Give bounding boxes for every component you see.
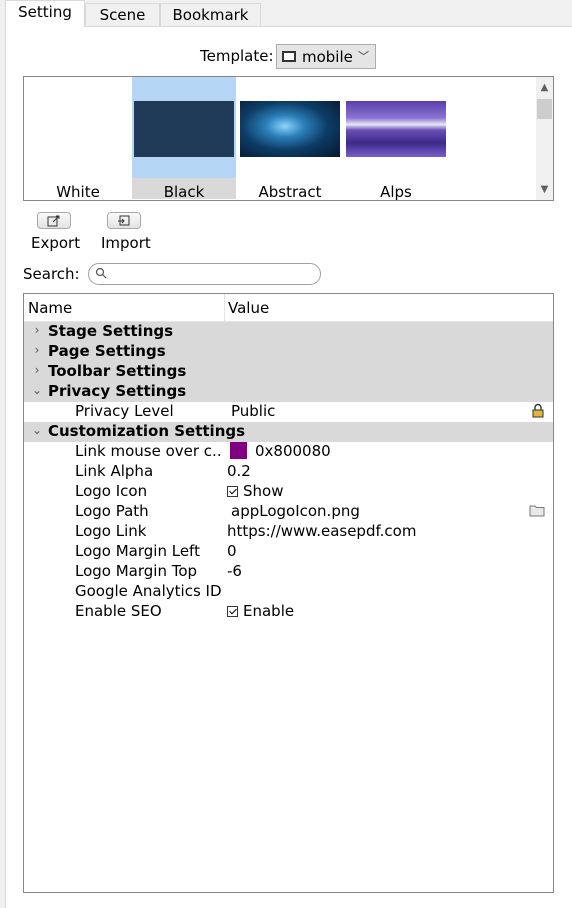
import-label[interactable]: Import xyxy=(101,234,151,252)
property-value[interactable]: appLogoIcon.png xyxy=(231,502,360,520)
search-input[interactable] xyxy=(113,266,317,284)
category-label: Customization Settings xyxy=(48,422,246,440)
scroll-down-icon[interactable]: ▼ xyxy=(536,181,553,198)
chevron-right-icon[interactable]: › xyxy=(31,363,43,377)
property-value[interactable]: Show xyxy=(227,482,283,500)
export-label[interactable]: Export xyxy=(31,234,80,252)
category-label: Page Settings xyxy=(48,342,166,360)
category-row-stage[interactable]: › Stage Settings xyxy=(24,322,553,342)
thumbnail-white xyxy=(28,101,128,157)
property-name: Enable SEO xyxy=(75,602,162,620)
gallery-item-black[interactable]: Black xyxy=(132,77,236,201)
gallery-item-alps[interactable]: Alps xyxy=(344,77,448,201)
folder-icon[interactable] xyxy=(529,503,545,521)
category-label: Stage Settings xyxy=(48,322,174,340)
chevron-down-icon[interactable]: ⌄ xyxy=(31,383,43,397)
property-value[interactable]: Enable xyxy=(227,602,294,620)
column-header-name[interactable]: Name xyxy=(28,299,72,317)
gallery-item-abstract[interactable]: Abstract xyxy=(238,77,342,201)
property-grid: Name Value › Stage Settings › Page Setti… xyxy=(23,293,554,893)
grid-header: Name Value xyxy=(24,294,553,322)
property-name: Link mouse over c... xyxy=(75,442,221,460)
thumbnail-black xyxy=(134,101,234,157)
gallery-scrollbar[interactable]: ▲ ▼ xyxy=(536,77,553,200)
gallery-item-white[interactable]: White xyxy=(26,77,130,201)
import-icon xyxy=(118,215,130,225)
column-header-value[interactable]: Value xyxy=(228,299,269,317)
export-icon xyxy=(47,215,60,226)
search-label: Search: xyxy=(23,265,80,283)
property-row-enable-seo[interactable]: Enable SEO Enable xyxy=(24,602,553,622)
chevron-right-icon[interactable]: › xyxy=(31,323,43,337)
category-row-page[interactable]: › Page Settings xyxy=(24,342,553,362)
property-name: Link Alpha xyxy=(75,462,154,480)
property-value[interactable]: 0 xyxy=(227,542,237,560)
property-value[interactable]: https://www.easepdf.com xyxy=(227,522,416,540)
gallery-caption: White xyxy=(56,183,100,201)
property-name: Privacy Level xyxy=(75,402,174,420)
property-row-google-analytics[interactable]: Google Analytics ID xyxy=(24,582,553,602)
tab-scene[interactable]: Scene xyxy=(85,3,160,26)
property-name: Logo Link xyxy=(75,522,147,540)
category-label: Privacy Settings xyxy=(48,382,187,400)
property-row-privacy-level[interactable]: Privacy Level Public xyxy=(24,402,553,422)
scroll-up-icon[interactable]: ▲ xyxy=(536,79,553,96)
gallery-caption: Black xyxy=(163,183,205,201)
property-value[interactable]: -6 xyxy=(227,562,242,580)
category-label: Toolbar Settings xyxy=(48,362,187,380)
property-row-logo-path[interactable]: Logo Path appLogoIcon.png xyxy=(24,502,553,522)
gallery-caption: Abstract xyxy=(258,183,322,201)
tab-setting[interactable]: Setting xyxy=(5,0,85,27)
monitor-icon xyxy=(282,51,296,62)
property-name: Google Analytics ID xyxy=(75,582,221,600)
property-row-logo-link[interactable]: Logo Link https://www.easepdf.com xyxy=(24,522,553,542)
property-value[interactable]: 0x800080 xyxy=(227,442,331,460)
gallery-caption: Alps xyxy=(380,183,412,201)
search-icon xyxy=(95,267,108,283)
template-value: mobile xyxy=(302,47,353,66)
property-name: Logo Path xyxy=(75,502,149,520)
lock-icon[interactable] xyxy=(531,403,545,422)
property-row-logo-margin-left[interactable]: Logo Margin Left 0 xyxy=(24,542,553,562)
tab-bookmark[interactable]: Bookmark xyxy=(160,3,261,26)
scrollbar-thumb[interactable] xyxy=(537,99,552,119)
export-button[interactable] xyxy=(37,212,71,229)
thumbnail-abstract xyxy=(240,101,340,157)
template-dropdown[interactable]: mobile ﹀ xyxy=(276,44,376,69)
property-value[interactable]: Public xyxy=(231,402,275,420)
property-row-logo-icon[interactable]: Logo Icon Show xyxy=(24,482,553,502)
category-row-privacy[interactable]: ⌄ Privacy Settings xyxy=(24,382,553,402)
color-swatch[interactable] xyxy=(230,442,247,459)
category-row-toolbar[interactable]: › Toolbar Settings xyxy=(24,362,553,382)
property-name: Logo Margin Top xyxy=(75,562,198,580)
property-name: Logo Margin Left xyxy=(75,542,200,560)
property-row-logo-margin-top[interactable]: Logo Margin Top -6 xyxy=(24,562,553,582)
chevron-down-icon[interactable]: ⌄ xyxy=(31,423,43,437)
background-gallery: White Black Abstract Alps ▲ ▼ xyxy=(23,76,554,201)
import-button[interactable] xyxy=(107,212,141,229)
checkbox[interactable] xyxy=(227,486,238,497)
property-row-link-alpha[interactable]: Link Alpha 0.2 xyxy=(24,462,553,482)
chevron-right-icon[interactable]: › xyxy=(31,343,43,357)
search-box[interactable] xyxy=(88,263,321,285)
category-row-customization[interactable]: ⌄ Customization Settings xyxy=(24,422,553,442)
template-label: Template: xyxy=(200,47,274,65)
property-row-link-color[interactable]: Link mouse over c... 0x800080 xyxy=(24,442,553,462)
property-value[interactable]: 0.2 xyxy=(227,462,251,480)
tab-bar: Setting Scene Bookmark xyxy=(0,0,572,27)
property-name: Logo Icon xyxy=(75,482,148,500)
checkbox[interactable] xyxy=(227,606,238,617)
thumbnail-alps xyxy=(346,101,446,157)
chevron-down-icon: ﹀ xyxy=(358,50,369,63)
